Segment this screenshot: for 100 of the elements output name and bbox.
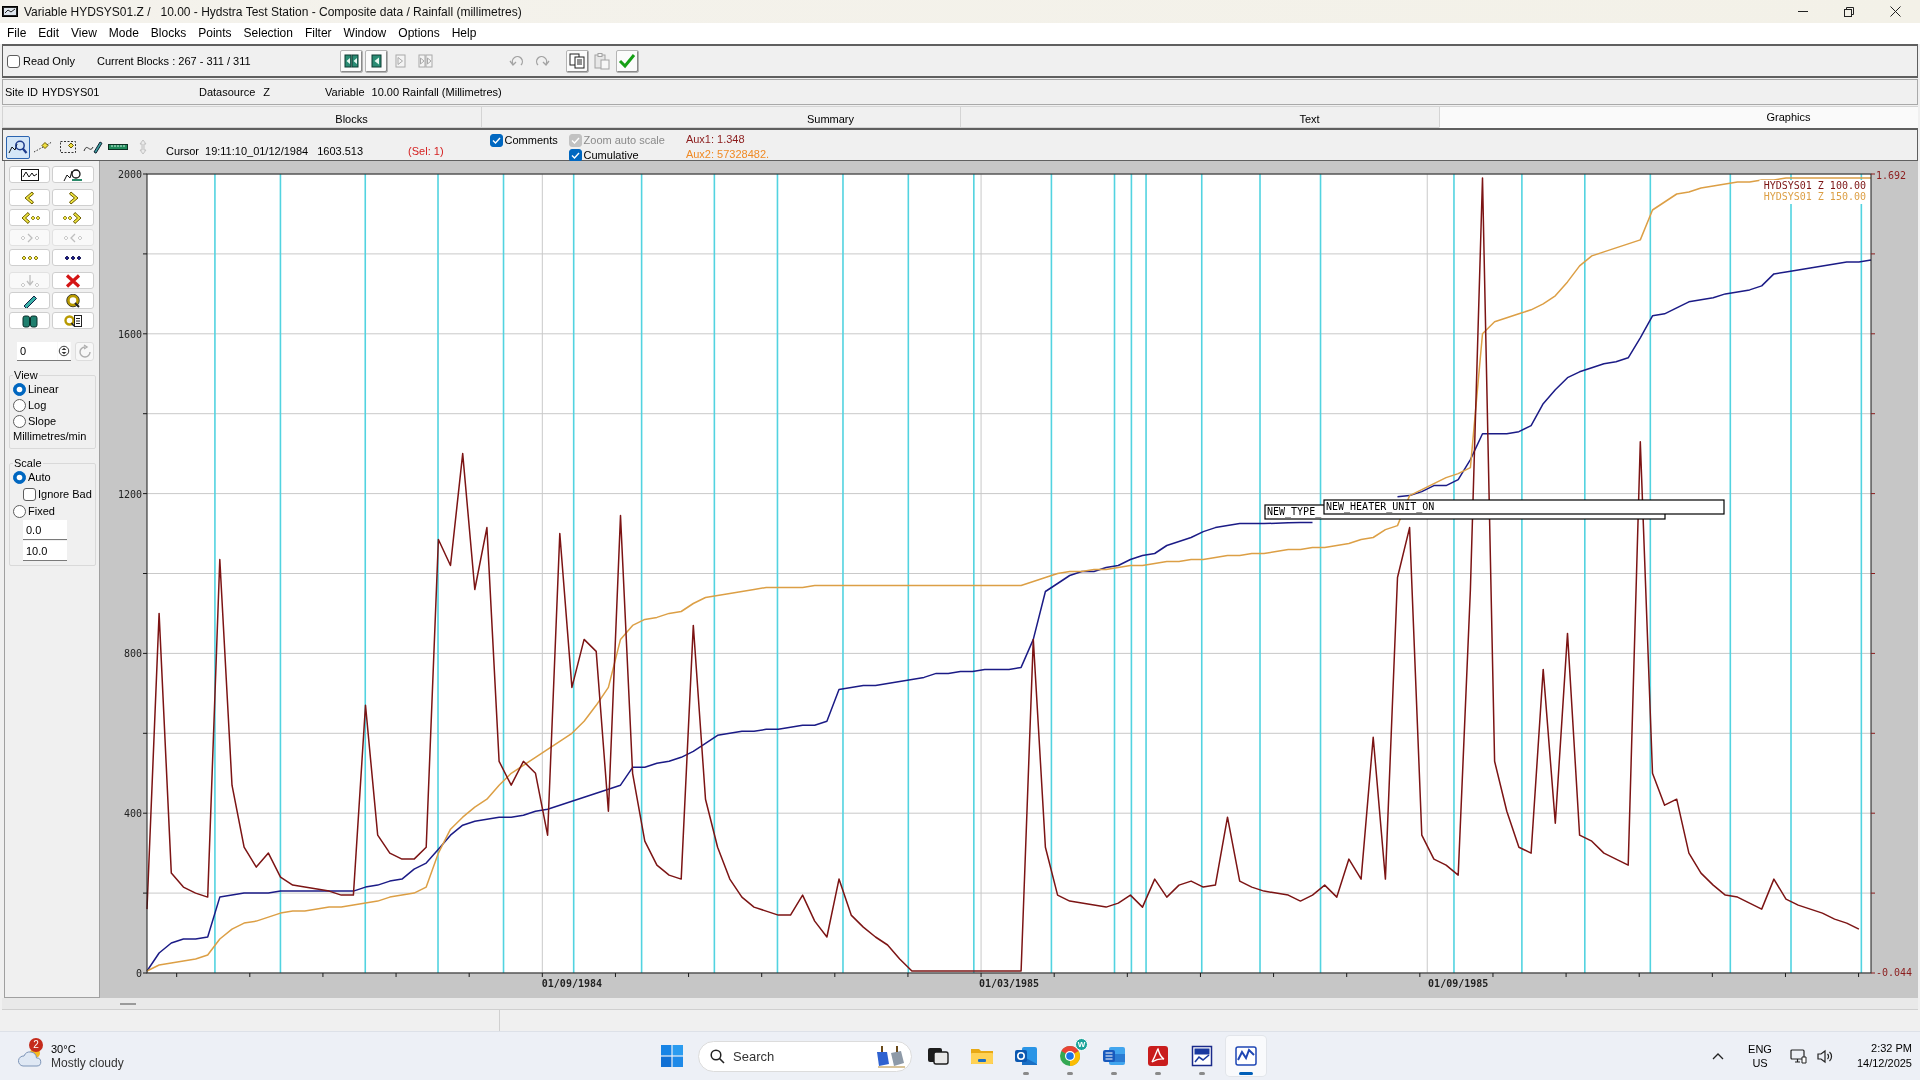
query-list-button[interactable] [52, 312, 94, 329]
lines-tile-icon [1102, 1044, 1126, 1068]
scrollbar[interactable] [2, 998, 1918, 1010]
tab[interactable]: Text [960, 106, 1439, 128]
radio-button[interactable] [13, 382, 26, 396]
menu-item[interactable]: Mode [102, 25, 145, 42]
menu-item[interactable]: Selection [237, 25, 299, 42]
legend-label: HYDSYS01 Z 100.00 [1763, 180, 1866, 191]
scrollbar-thumb[interactable] [120, 1002, 136, 1005]
tab[interactable]: Summary [481, 106, 960, 128]
radio-label: Auto [28, 471, 51, 483]
checkbox-label: Zoom auto scale [583, 133, 665, 147]
copy-button[interactable] [565, 49, 589, 73]
app-button[interactable] [1226, 1036, 1266, 1076]
query-button[interactable] [52, 292, 94, 309]
copy-icon [567, 52, 588, 70]
number-field[interactable]: 0 [17, 342, 57, 361]
ring-tile-icon [1014, 1044, 1038, 1068]
annotation: NEW_HEATER_UNIT_ON [1326, 501, 1435, 513]
selected-points-button[interactable] [52, 249, 94, 266]
checkbox[interactable] [568, 148, 582, 162]
next-points-button[interactable] [52, 209, 94, 226]
down-arrow-icon [19, 273, 40, 288]
previous-points-button[interactable] [9, 209, 50, 226]
clock-date[interactable]: 14/12/2025 [1856, 1056, 1912, 1071]
cursor-time: 19:11:10_01/12/1984 [205, 145, 309, 158]
radio-button[interactable] [13, 414, 26, 428]
columns-button[interactable] [9, 312, 50, 329]
previous-point-button[interactable] [9, 189, 50, 206]
input-field[interactable]: 10.0 [23, 541, 67, 561]
axis-label: 1600 [117, 328, 142, 340]
minimize-icon [1798, 11, 1808, 12]
accept-button[interactable] [615, 49, 639, 73]
first-block-button[interactable] [339, 49, 363, 73]
tab[interactable]: Blocks [2, 106, 481, 128]
graph-view-button[interactable] [9, 166, 50, 183]
menu-item[interactable]: Points [192, 25, 238, 42]
radio-button[interactable] [13, 398, 26, 412]
selection-count: (Sel: 1) [408, 145, 444, 158]
axis-label: 01/03/1985 [978, 978, 1040, 989]
chevron-dots-left-icon [19, 210, 40, 225]
menu-item[interactable]: View [65, 25, 103, 42]
menu-item[interactable]: File [1, 25, 33, 42]
legend-label: HYDSYS01 Z 150.00 [1763, 191, 1866, 202]
menu-item[interactable]: Help [445, 25, 483, 42]
radio-label: Slope [28, 415, 57, 427]
monitor-network-icon[interactable] [1789, 1048, 1807, 1064]
tab[interactable]: Graphics [1439, 106, 1918, 128]
axis-label: 01/09/1984 [541, 978, 603, 989]
point-line-icon [33, 139, 53, 155]
search-icon [710, 1048, 725, 1064]
weather-condition[interactable]: Mostly cloudy [51, 1055, 124, 1071]
chart-window-icon [19, 167, 40, 182]
menu-item[interactable]: Options [392, 25, 446, 42]
radio-label: Log [28, 399, 47, 411]
input-language[interactable]: ENG [1748, 1042, 1772, 1056]
group-label: View [13, 369, 39, 381]
chevron-dots-right-icon [63, 210, 83, 225]
illustration-icon [874, 1044, 908, 1068]
field-value: 10.00 Rainfall (Millimetres) [371, 86, 502, 98]
edit-button[interactable] [9, 292, 50, 309]
clock-time[interactable]: 2:32 PM [1871, 1041, 1912, 1056]
cylinders-icon [19, 313, 40, 328]
cursor-label: Cursor [166, 145, 199, 158]
cross-icon [63, 273, 83, 288]
points-button[interactable] [9, 249, 50, 266]
radio-label: Linear [28, 383, 59, 395]
magnifier-chart-icon [8, 139, 28, 155]
menu-item[interactable]: Edit [32, 25, 66, 42]
search-bar[interactable]: Search [698, 1040, 912, 1072]
paste-icon [592, 52, 613, 70]
refresh-icon [76, 343, 93, 360]
input-region[interactable]: US [1752, 1056, 1768, 1070]
field-label: Variable [325, 86, 365, 98]
field-value: HYDSYS01 [42, 86, 100, 98]
checkbox[interactable] [23, 487, 36, 501]
menu-item[interactable]: Filter [298, 25, 338, 42]
profile-badge: W [1075, 1038, 1088, 1051]
up-down-arrows-icon[interactable] [57, 342, 71, 361]
menu-item[interactable]: Blocks [144, 25, 193, 42]
aux-reading: Aux1: 1.348 [685, 133, 746, 146]
input-field[interactable]: 0.0 [23, 520, 67, 540]
weather-temperature[interactable]: 30°C [51, 1041, 124, 1056]
next-point-button[interactable] [52, 189, 94, 206]
checkbox[interactable] [489, 133, 503, 147]
units-label: Millimetres/min [13, 429, 88, 444]
chart-tile-icon [1190, 1044, 1214, 1068]
zoom-graph-button[interactable] [52, 166, 94, 183]
menu-item[interactable]: Window [337, 25, 393, 42]
search-input[interactable]: Search [733, 1048, 866, 1064]
previous-block-button[interactable] [364, 49, 388, 73]
delete-button[interactable] [52, 272, 94, 289]
radio-button[interactable] [13, 470, 26, 484]
zoom-tool[interactable] [6, 135, 30, 159]
radio-button[interactable] [13, 504, 26, 518]
axis-label: 1200 [117, 488, 142, 500]
volume-icon[interactable] [1816, 1048, 1833, 1064]
restore-icon [1844, 6, 1854, 17]
caret-up-icon[interactable] [1712, 1052, 1725, 1060]
checkbox[interactable] [7, 54, 20, 68]
